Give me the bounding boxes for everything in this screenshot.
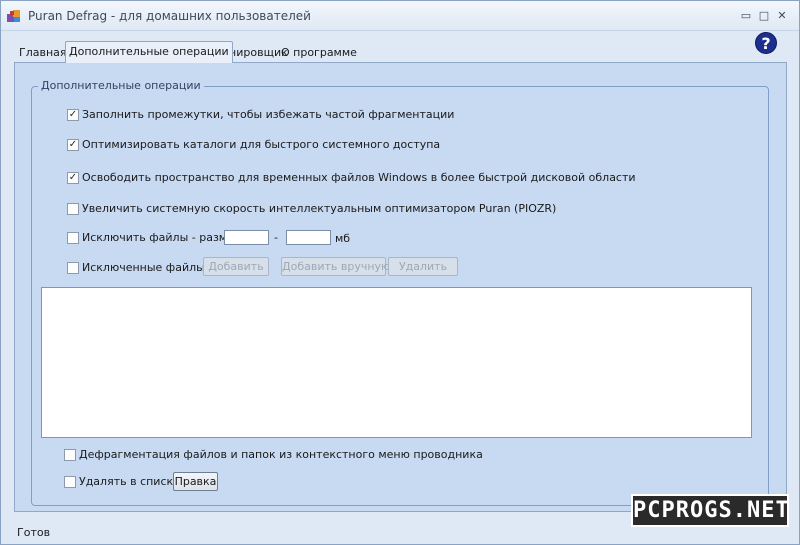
- maximize-icon: □: [758, 9, 770, 22]
- close-icon: ✕: [777, 9, 787, 22]
- maximize-button[interactable]: □: [757, 9, 771, 23]
- tab-main[interactable]: Главная: [16, 44, 70, 62]
- checkbox-optimize-dirs[interactable]: ✓: [67, 139, 79, 151]
- option-label: Исключить файлы - размер: [82, 231, 241, 244]
- tab-about[interactable]: О программе: [278, 44, 360, 62]
- option-label: Дефрагментация файлов и папок из контекс…: [79, 448, 483, 461]
- main-window: Puran Defrag - для домашних пользователе…: [0, 0, 800, 545]
- size-unit-label: мб: [335, 232, 351, 245]
- checkbox-fill-gaps[interactable]: ✓: [67, 109, 79, 121]
- add-manual-button[interactable]: Добавить вручную: [281, 257, 390, 276]
- option-label: Оптимизировать каталоги для быстрого сис…: [82, 138, 441, 151]
- title-bar[interactable]: Puran Defrag - для домашних пользователе…: [1, 1, 799, 31]
- checkbox-delete-in-list[interactable]: [64, 476, 76, 488]
- minimize-button[interactable]: ▭: [739, 9, 753, 23]
- tab-advanced[interactable]: Дополнительные операции: [65, 41, 233, 63]
- close-button[interactable]: ✕: [775, 9, 789, 23]
- status-bar-text: Готов: [17, 526, 51, 539]
- question-icon: ?: [761, 34, 771, 53]
- size-range-separator: -: [274, 231, 278, 244]
- option-label: Увеличить системную скорость интеллектуа…: [82, 202, 557, 215]
- option-label: Заполнить промежутки, чтобы избежать час…: [82, 108, 455, 121]
- help-button[interactable]: ?: [755, 32, 777, 54]
- watermark-logo: PCPROGS.NET: [631, 494, 789, 527]
- option-label: Освободить пространство для временных фа…: [82, 171, 636, 184]
- app-puzzle-icon: [7, 10, 20, 22]
- size-from-input[interactable]: [224, 230, 269, 245]
- group-title: Дополнительные операции: [38, 79, 204, 92]
- option-label: Исключенные файлы: [82, 261, 205, 274]
- size-to-input[interactable]: [286, 230, 331, 245]
- window-title: Puran Defrag - для домашних пользователе…: [28, 9, 311, 23]
- option-label: Удалять в списке: [79, 475, 180, 488]
- checkbox-exclude-size[interactable]: [67, 232, 79, 244]
- remove-button[interactable]: Удалить: [388, 257, 458, 276]
- checkbox-context-menu-defrag[interactable]: [64, 449, 76, 461]
- minimize-icon: ▭: [740, 9, 752, 22]
- checkbox-excluded-files[interactable]: [67, 262, 79, 274]
- add-button[interactable]: Добавить: [203, 257, 269, 276]
- checkbox-free-temp-space[interactable]: ✓: [67, 172, 79, 184]
- edit-button[interactable]: Правка: [173, 472, 218, 491]
- checkbox-piozr[interactable]: [67, 203, 79, 215]
- excluded-files-list[interactable]: [41, 287, 752, 438]
- tab-strip: Главная Дополнительные операции Планиров…: [1, 40, 799, 63]
